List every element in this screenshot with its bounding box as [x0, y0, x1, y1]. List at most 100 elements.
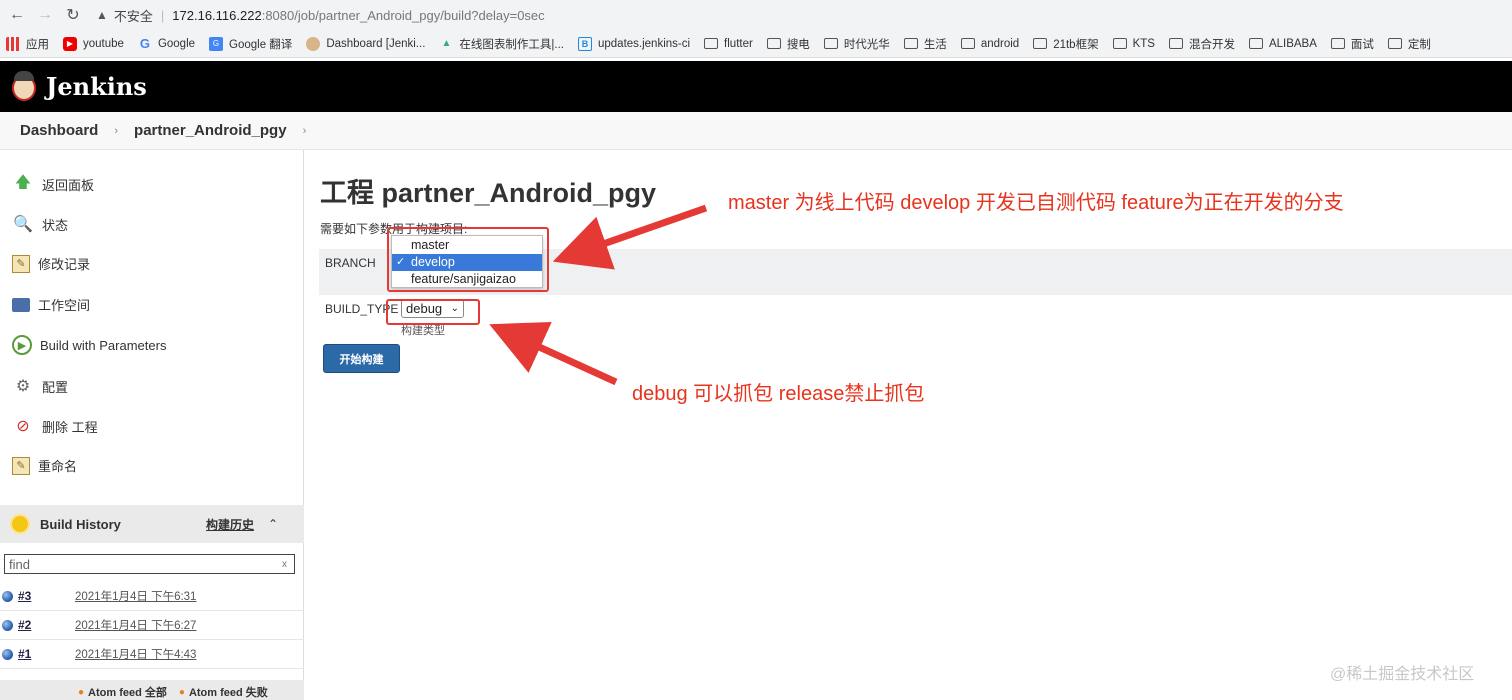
task-changes[interactable]: ✎ 修改记录 — [12, 254, 90, 273]
build-history-title: Build History — [40, 516, 121, 532]
find-input[interactable] — [5, 555, 282, 573]
atom-feed-failed-link[interactable]: ● Atom feed 失败 — [179, 684, 268, 700]
url-path: :8080/job/partner_Android_pgy/build?dela… — [261, 7, 545, 23]
task-configure[interactable]: ⚙ 配置 — [12, 375, 68, 397]
weather-sunny-icon — [12, 516, 28, 532]
chevron-right-icon[interactable]: › — [114, 125, 118, 137]
folder-icon — [704, 38, 719, 49]
build-date-link[interactable]: 2021年1月4日 下午6:31 — [75, 588, 196, 604]
build-status-blue-icon — [2, 619, 13, 631]
task-build-with-parameters[interactable]: ▶ Build with Parameters — [12, 335, 166, 355]
warning-icon: ▲ — [96, 8, 108, 22]
task-status[interactable]: 🔍 状态 — [12, 213, 68, 235]
side-panel: 🡅 返回面板 🔍 状态 ✎ 修改记录 工作空间 ▶ Build with Paramet… — [0, 150, 304, 700]
page-title: 工程 partner_Android_pgy — [320, 178, 657, 208]
folder-icon — [1387, 38, 1402, 49]
breadcrumb: Dashboard › partner_Android_pgy › — [0, 112, 1512, 150]
reload-icon: ↻ — [66, 7, 80, 24]
task-workspace[interactable]: 工作空间 — [12, 295, 90, 314]
build-type-annotation-text: debug 可以抓包 release禁止抓包 — [632, 383, 925, 405]
bookmark-updates-jenkins[interactable]: Bupdates.jenkins-ci — [577, 36, 690, 51]
arrow-left-icon: ← — [9, 6, 25, 23]
bookmark-21tb[interactable]: 21tb框架 — [1033, 36, 1099, 52]
folder-icon — [12, 297, 30, 312]
build-history-trend-link[interactable]: 构建历史 — [206, 516, 254, 533]
folder-icon — [1112, 38, 1127, 49]
folder-icon — [1033, 38, 1048, 49]
url-field[interactable]: ▲ 不安全 | 172.16.116.222:8080/job/partner_… — [96, 3, 545, 27]
chevron-up-icon[interactable]: ⌃ — [268, 517, 278, 531]
clear-search-button[interactable]: x — [282, 559, 294, 570]
build-status-blue-icon — [2, 590, 13, 602]
task-delete-project[interactable]: ⊘ 删除 工程 — [12, 415, 97, 437]
bookmark-chart-tool[interactable]: ▲ 在线图表制作工具|... — [439, 36, 564, 52]
atom-feed-all-link[interactable]: ● Atom feed 全部 — [78, 684, 167, 700]
google-translate-icon: G — [209, 36, 224, 51]
arrow-right-icon: → — [37, 6, 53, 23]
updates-icon: B — [577, 36, 592, 51]
bookmark-soudian[interactable]: 搜电 — [766, 36, 810, 52]
bookmark-youtube[interactable]: ▶ youtube — [63, 36, 124, 51]
breadcrumb-dashboard[interactable]: Dashboard — [20, 122, 98, 139]
url-separator: | — [160, 7, 165, 23]
folder-icon — [766, 38, 781, 49]
up-arrow-icon: 🡅 — [14, 173, 32, 191]
bookmark-alibaba[interactable]: ALIBABA — [1248, 38, 1317, 50]
forward-button[interactable]: → — [34, 4, 56, 26]
gear-icon: ⚙ — [15, 378, 31, 395]
url-host: 172.16.116.222 — [172, 7, 262, 23]
bookmark-hybrid[interactable]: 混合开发 — [1168, 36, 1235, 52]
build-history-search: x — [4, 554, 295, 574]
bookmark-android[interactable]: android — [960, 38, 1019, 50]
bookmark-jenkins-dashboard[interactable]: Dashboard [Jenki... — [306, 36, 425, 51]
chart-icon: ▲ — [441, 38, 452, 49]
folder-icon — [1330, 38, 1345, 49]
search-icon: 🔍 — [13, 216, 33, 233]
build-row: #3 2021年1月4日 下午6:31 — [0, 582, 304, 611]
notepad-icon: ✎ — [12, 456, 30, 475]
build-number-link[interactable]: #2 — [18, 618, 68, 632]
watermark: @稀土掘金技术社区 — [1330, 666, 1475, 683]
bookmark-kts[interactable]: KTS — [1112, 38, 1155, 50]
build-number-link[interactable]: #1 — [18, 647, 68, 661]
bookmark-google[interactable]: G Google — [138, 36, 195, 51]
rss-icon: ● — [78, 686, 85, 698]
no-entry-icon: ⊘ — [16, 418, 30, 435]
task-back-to-dashboard[interactable]: 🡅 返回面板 — [12, 173, 94, 195]
rss-icon: ● — [178, 686, 185, 698]
notepad-icon: ✎ — [12, 254, 30, 273]
branch-highlight-box — [387, 227, 549, 292]
apps-icon — [6, 36, 20, 51]
branch-label: BRANCH — [325, 256, 376, 270]
jenkins-title[interactable]: Jenkins — [46, 72, 147, 101]
insecure-label: 不安全 — [113, 8, 153, 24]
bookmark-shidaiguanghua[interactable]: 时代光华 — [823, 36, 890, 52]
folder-icon — [1248, 38, 1263, 49]
build-date-link[interactable]: 2021年1月4日 下午6:27 — [75, 617, 196, 633]
arrow-to-build-type — [489, 321, 618, 386]
bookmark-google-translate[interactable]: G Google 翻译 — [209, 36, 292, 52]
folder-icon — [960, 38, 975, 49]
build-number-link[interactable]: #3 — [18, 589, 68, 603]
jenkins-logo-icon[interactable] — [10, 69, 38, 105]
build-row: #1 2021年1月4日 下午4:43 — [0, 640, 304, 669]
youtube-icon: ▶ — [63, 36, 77, 51]
reload-button[interactable]: ↻ — [62, 4, 84, 26]
bookmark-interview[interactable]: 面试 — [1330, 36, 1374, 52]
clock-icon: ▶ — [12, 335, 32, 355]
bookmark-flutter[interactable]: flutter — [704, 38, 753, 50]
google-icon: G — [139, 36, 150, 51]
folder-icon — [823, 38, 838, 49]
task-rename[interactable]: ✎ 重命名 — [12, 456, 77, 475]
build-row: #2 2021年1月4日 下午6:27 — [0, 611, 304, 640]
bookmark-apps[interactable]: 应用 — [6, 36, 49, 52]
bookmark-shenghuo[interactable]: 生活 — [903, 36, 947, 52]
chevron-right-icon[interactable]: › — [303, 125, 307, 137]
bookmark-custom[interactable]: 定制 — [1387, 36, 1431, 52]
build-type-highlight-box — [386, 299, 480, 325]
back-button[interactable]: ← — [6, 4, 28, 26]
breadcrumb-project[interactable]: partner_Android_pgy — [134, 122, 287, 139]
start-build-button[interactable]: 开始构建 — [323, 344, 400, 373]
build-date-link[interactable]: 2021年1月4日 下午4:43 — [75, 646, 196, 662]
browser-address-bar: ← → ↻ ▲ 不安全 | 172.16.116.222:8080/job/pa… — [0, 0, 1512, 30]
